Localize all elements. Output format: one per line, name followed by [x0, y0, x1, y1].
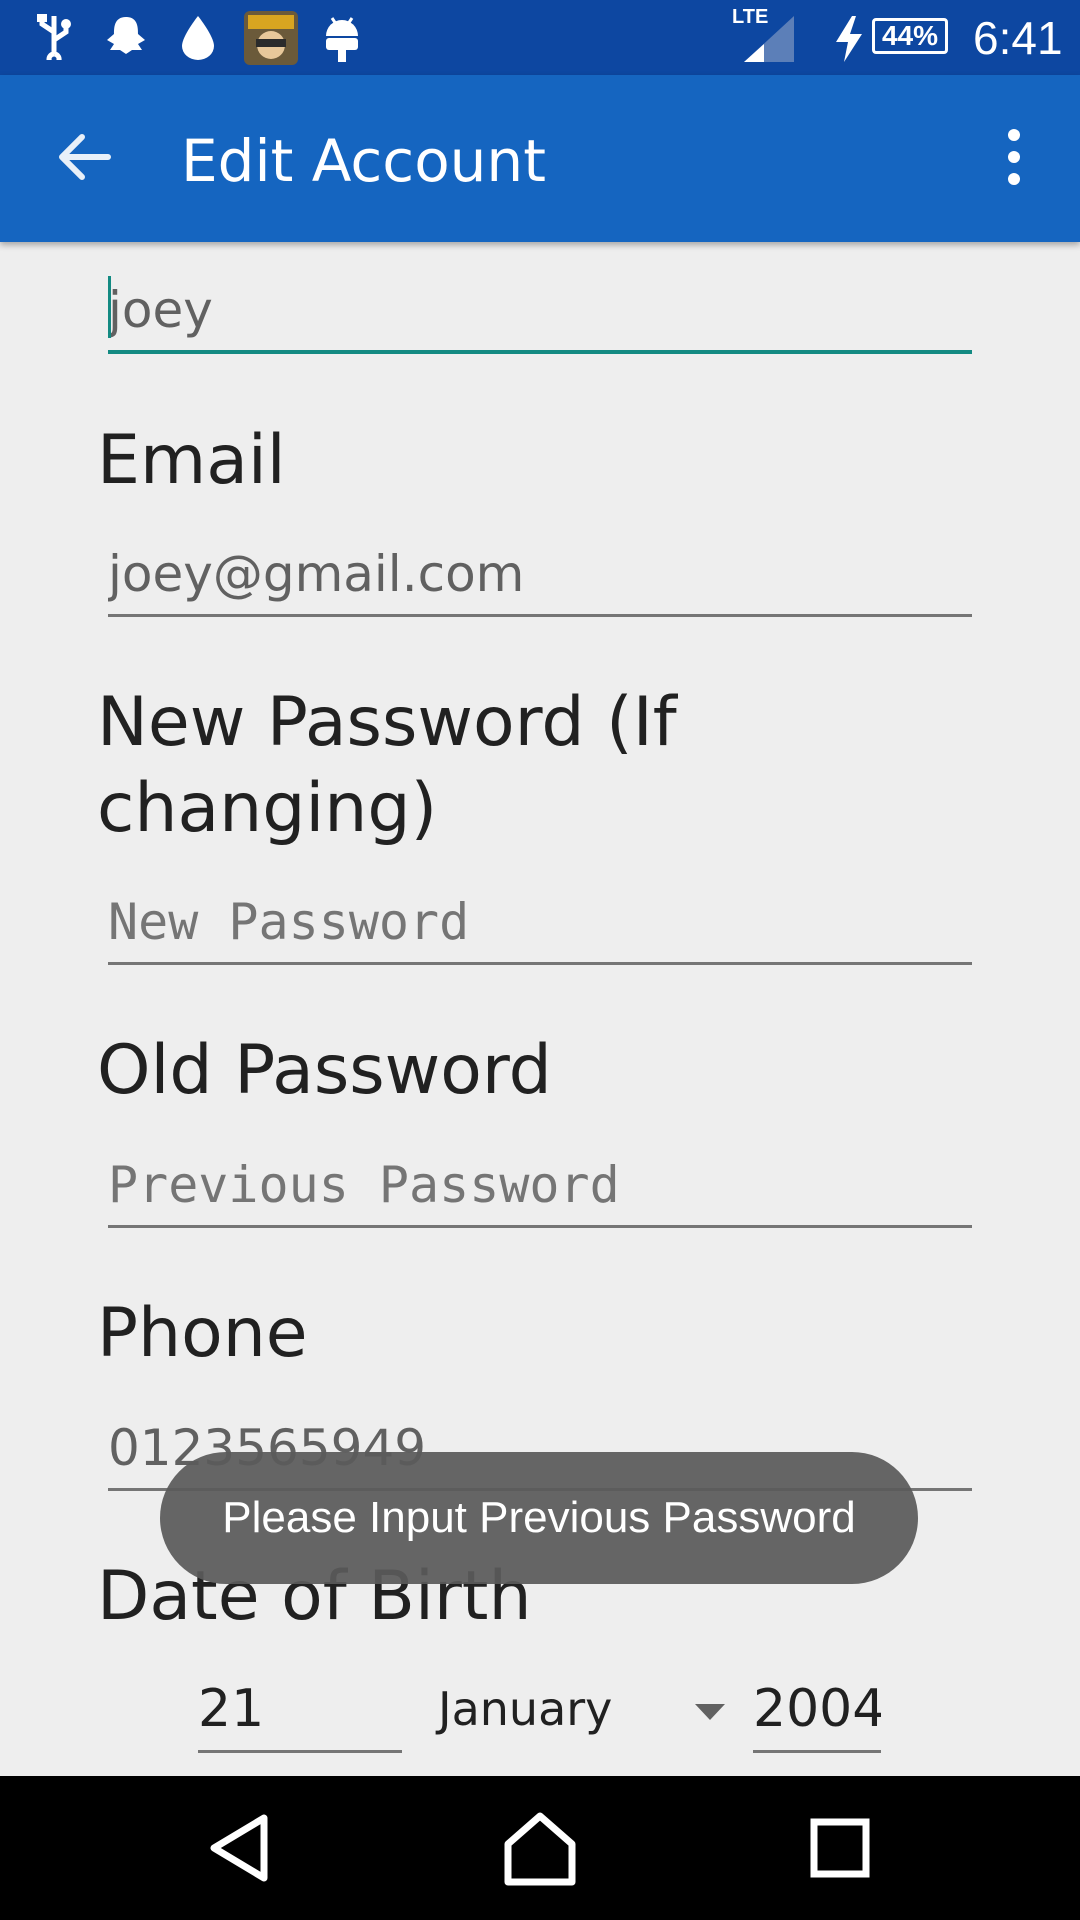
toast-message: Please Input Previous Password — [160, 1452, 918, 1584]
dob-month-select[interactable]: January — [438, 1682, 612, 1736]
page-title: Edit Account — [181, 127, 546, 195]
home-nav-icon[interactable] — [498, 1806, 582, 1890]
android-icon — [326, 17, 358, 62]
dob-year-field[interactable] — [753, 1668, 881, 1753]
clock: 6:41 — [973, 12, 1063, 64]
overflow-menu-icon[interactable] — [990, 125, 1038, 189]
status-bar: LTE 44% 6:41 — [0, 0, 1080, 75]
battery-icon: 44% — [872, 18, 948, 54]
phone-label: Phone — [97, 1294, 308, 1373]
battery-level: 44% — [881, 20, 939, 51]
dob-day-field[interactable] — [198, 1668, 402, 1753]
recents-nav-icon[interactable] — [798, 1806, 882, 1890]
navigation-bar — [0, 1776, 1080, 1920]
old-password-label: Old Password — [97, 1031, 552, 1110]
text-cursor — [108, 276, 111, 338]
ghost-icon — [107, 17, 145, 54]
email-field[interactable] — [108, 534, 972, 617]
dropdown-arrow-icon[interactable] — [695, 1704, 725, 1720]
drop-icon — [182, 16, 214, 60]
game-app-icon — [244, 11, 298, 65]
signal-icon — [744, 16, 794, 62]
app-bar: Edit Account — [0, 75, 1080, 242]
new-password-field[interactable] — [108, 882, 972, 965]
name-field[interactable] — [108, 270, 972, 354]
usb-icon — [37, 14, 71, 60]
email-label: Email — [97, 421, 286, 500]
back-nav-icon[interactable] — [198, 1806, 282, 1890]
old-password-field[interactable] — [108, 1145, 972, 1228]
new-password-label-line1: New Password (If — [97, 683, 677, 762]
back-arrow-icon[interactable] — [52, 125, 116, 189]
new-password-label-line2: changing) — [97, 769, 438, 848]
charging-icon — [836, 16, 862, 62]
